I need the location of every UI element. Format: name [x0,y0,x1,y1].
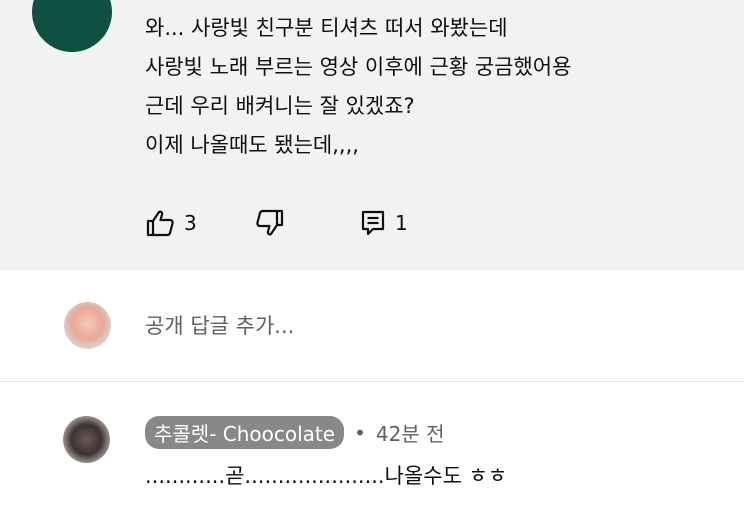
reply-header: 추콜렛- Choocolate • 42분 전 [145,416,445,449]
top-comment: 와... 사랑빛 친구분 티셔츠 떠서 와봤는데 사랑빛 노래 부르는 영상 이… [0,0,744,270]
thumbs-up-icon [145,209,175,237]
comment-actions: 3 1 [145,203,408,243]
comment-line: 사랑빛 노래 부르는 영상 이후에 근황 궁금했어용 [145,55,572,79]
reply-button[interactable]: 1 [360,209,408,237]
comment-line: 이제 나올때도 됐는데,,,, [145,133,359,157]
thumbs-down-icon [255,209,285,237]
comment-line: 근데 우리 배켜니는 잘 있겠죠? [145,94,415,118]
dislike-button[interactable] [255,209,360,237]
like-count: 3 [184,211,197,235]
separator-dot: • [354,420,366,445]
reply-text: ............곧.....................나올수도 ㅎ… [145,464,508,488]
current-user-avatar [64,302,111,349]
reply-count: 1 [395,211,408,235]
reply-timestamp: 42분 전 [375,422,445,446]
comment-text: 와... 사랑빛 친구분 티셔츠 떠서 와봤는데 사랑빛 노래 부르는 영상 이… [145,9,571,165]
reply-icon [360,209,386,237]
reply-author-name[interactable]: 추콜렛- Choocolate [145,416,345,449]
like-button[interactable]: 3 [145,209,255,237]
commenter-avatar[interactable] [32,0,112,52]
reply-comment: 추콜렛- Choocolate • 42분 전 ............곧...… [0,383,744,517]
reply-author-avatar[interactable] [63,416,110,463]
add-reply-row: 공개 답글 추가... [0,270,744,382]
comment-line: 와... 사랑빛 친구분 티셔츠 떠서 와봤는데 [145,16,508,40]
reply-input[interactable]: 공개 답글 추가... [145,310,294,340]
